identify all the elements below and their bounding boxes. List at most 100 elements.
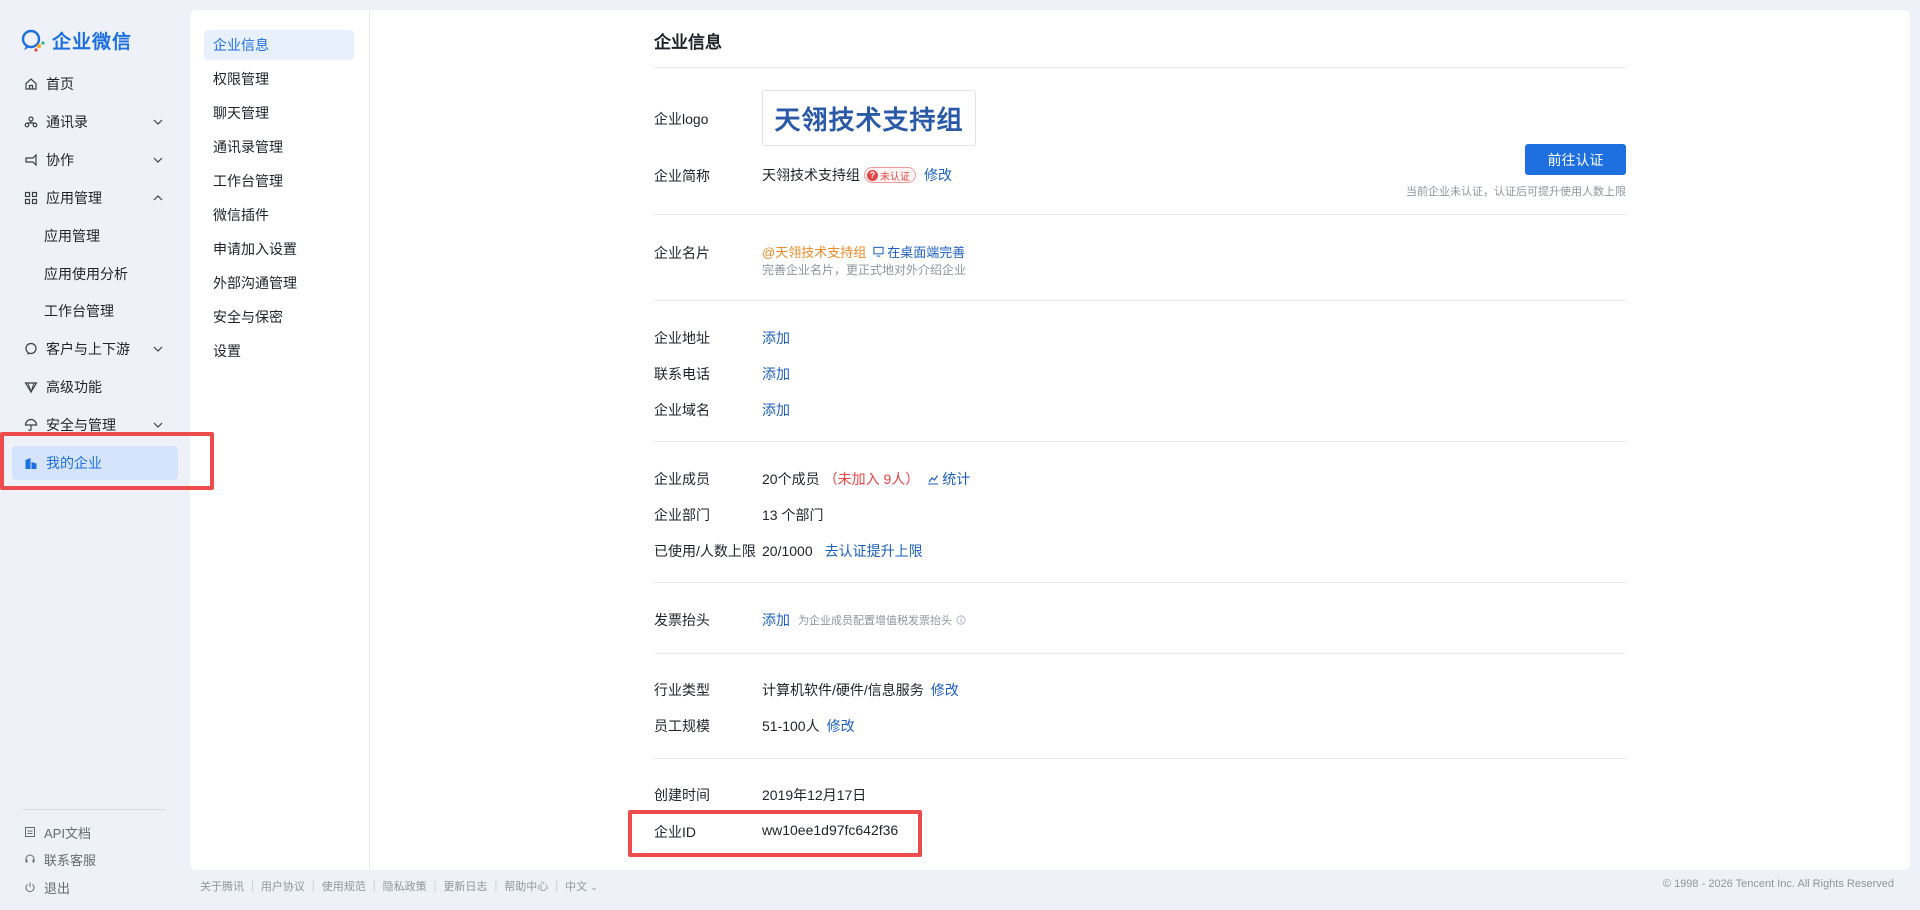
question-icon: ? <box>867 169 878 181</box>
sidebar-item-label: 应用管理 <box>46 190 102 206</box>
divider <box>654 441 1626 442</box>
add-invoice-link[interactable]: 添加 <box>762 610 790 630</box>
api-docs-link[interactable]: API文档 <box>24 822 91 842</box>
collaboration-icon <box>24 153 38 167</box>
invoice-label: 发票抬头 <box>654 612 710 628</box>
address-label: 企业地址 <box>654 330 710 346</box>
industry-row: 计算机软件/硬件/信息服务 修改 <box>762 680 959 700</box>
sidebar-item-customers[interactable]: 客户与上下游 <box>12 332 178 366</box>
sidebar-item-advanced[interactable]: 高级功能 <box>12 370 178 404</box>
power-icon <box>25 882 35 893</box>
divider <box>654 214 1626 215</box>
desktop-icon <box>873 246 884 257</box>
not-joined-count[interactable]: （未加入 9人） <box>824 469 920 489</box>
raise-limit-link[interactable]: 去认证提升上限 <box>825 541 923 561</box>
domain-label: 企业域名 <box>654 402 710 418</box>
language-selector[interactable]: 中文 ⌄ <box>565 878 598 894</box>
staff-size-row: 51-100人 修改 <box>762 716 855 736</box>
statistics-link[interactable]: 统计 <box>942 469 970 489</box>
sidebar-item-label: 首页 <box>46 76 74 92</box>
edit-staff-size-link[interactable]: 修改 <box>827 716 855 736</box>
separator: | <box>251 880 254 892</box>
sidebar-subitem-workbench[interactable]: 工作台管理 <box>12 294 178 328</box>
invoice-hint: 为企业成员配置增值税发票抬头 <box>798 615 952 627</box>
doc-icon <box>25 827 35 837</box>
headset-icon <box>25 854 35 863</box>
staff-size-label: 员工规模 <box>654 718 710 734</box>
footer-link-usage[interactable]: 使用规范 <box>322 878 366 894</box>
sidebar-item-label: 安全与管理 <box>46 417 116 433</box>
unverified-badge-text: 未认证 <box>880 171 910 183</box>
sidebar-item-apps[interactable]: 应用管理 <box>12 181 178 215</box>
add-domain-link[interactable]: 添加 <box>762 400 790 420</box>
main-card: 企业信息 权限管理 聊天管理 通讯录管理 工作台管理 微信插件 申请加入设置 外… <box>190 10 1910 870</box>
enterprise-logo-text: 天翎技术支持组 <box>774 104 964 135</box>
verify-button[interactable]: 前往认证 <box>1525 144 1626 175</box>
chevron-down-icon <box>153 422 163 428</box>
contacts-icon <box>24 115 38 129</box>
sidebar-item-label: 我的企业 <box>46 455 102 471</box>
diamond-icon <box>24 380 38 394</box>
chevron-down-icon <box>153 157 163 163</box>
building-icon <box>24 456 38 470</box>
sidebar-item-my-enterprise[interactable]: 我的企业 <box>12 446 178 480</box>
sidebar-subitem-app-analytics[interactable]: 应用使用分析 <box>12 257 178 291</box>
brand-logo[interactable]: 企业微信 <box>20 26 132 54</box>
short-name-value: 天翎技术支持组 <box>762 167 860 183</box>
brand-name: 企业微信 <box>52 31 133 53</box>
page-title: 企业信息 <box>654 33 722 52</box>
footer-links: 关于腾讯 | 用户协议 | 使用规范 | 隐私政策 | 更新日志 | 帮助中心 | 中文 ⌄ <box>200 878 598 894</box>
industry-label: 行业类型 <box>654 682 710 698</box>
member-limit-value: 20/1000 <box>762 543 813 559</box>
separator: | <box>555 880 559 892</box>
divider <box>654 300 1626 301</box>
member-limit-label: 已使用/人数上限 <box>654 543 756 559</box>
chevron-down-icon: ⌄ <box>590 882 598 892</box>
divider <box>654 653 1626 654</box>
business-card-value[interactable]: @天翎技术支持组 <box>762 242 866 261</box>
add-phone-link[interactable]: 添加 <box>762 364 790 384</box>
chevron-up-icon <box>153 195 163 201</box>
sidebar-item-label: 通讯录 <box>46 114 88 130</box>
sidebar: 企业微信 首页 通讯录 协作 应用管理 应用管理 应用使用分析 工作台管理 客户… <box>0 0 190 910</box>
created-time-label: 创建时间 <box>654 787 710 803</box>
short-name-row: 天翎技术支持组 ? 未认证 修改 <box>762 165 952 185</box>
edit-industry-link[interactable]: 修改 <box>931 680 959 700</box>
chevron-down-icon <box>153 346 163 352</box>
sidebar-item-label: 应用使用分析 <box>44 266 128 282</box>
sidebar-item-label: 工作台管理 <box>44 303 114 319</box>
footer-link-about[interactable]: 关于腾讯 <box>200 878 244 894</box>
divider <box>654 67 1626 68</box>
business-card-label: 企业名片 <box>654 245 710 261</box>
sidebar-item-label: 高级功能 <box>46 379 102 395</box>
info-icon[interactable] <box>956 615 966 625</box>
staff-size-value: 51-100人 <box>762 718 820 734</box>
footer-link-help[interactable]: 帮助中心 <box>504 878 548 894</box>
contact-support-link[interactable]: 联系客服 <box>24 849 96 869</box>
contact-support-label: 联系客服 <box>44 852 97 868</box>
enterprise-info-panel: 企业信息 企业logo 天翎技术支持组 企业简称 天翎技术支持组 ? 未认证 修… <box>190 10 1910 870</box>
apps-icon <box>24 191 38 205</box>
sidebar-subitem-app-management[interactable]: 应用管理 <box>12 219 178 253</box>
add-address-link[interactable]: 添加 <box>762 328 790 348</box>
stats-icon <box>928 475 939 485</box>
separator: | <box>433 880 437 892</box>
wecom-logo-icon <box>21 29 45 52</box>
footer-link-changelog[interactable]: 更新日志 <box>443 878 487 894</box>
enterprise-logo[interactable]: 天翎技术支持组 <box>762 90 976 146</box>
unverified-badge: ? 未认证 <box>864 167 916 183</box>
sidebar-item-contacts[interactable]: 通讯录 <box>12 105 178 139</box>
divider <box>654 582 1626 583</box>
edit-short-name-link[interactable]: 修改 <box>924 165 952 185</box>
footer-link-terms[interactable]: 用户协议 <box>261 878 305 894</box>
members-label: 企业成员 <box>654 471 710 487</box>
sidebar-item-security[interactable]: 安全与管理 <box>12 408 178 442</box>
api-docs-label: API文档 <box>44 825 91 841</box>
complete-on-desktop-link[interactable]: 在桌面端完善 <box>887 242 965 261</box>
chat-bubble-icon <box>24 342 38 356</box>
logout-link[interactable]: 退出 <box>24 877 70 897</box>
sidebar-item-home[interactable]: 首页 <box>12 67 178 101</box>
corp-id-value[interactable]: ww10ee1d97fc642f36 <box>762 822 898 838</box>
footer-link-privacy[interactable]: 隐私政策 <box>383 878 427 894</box>
sidebar-item-collaboration[interactable]: 协作 <box>12 143 178 177</box>
